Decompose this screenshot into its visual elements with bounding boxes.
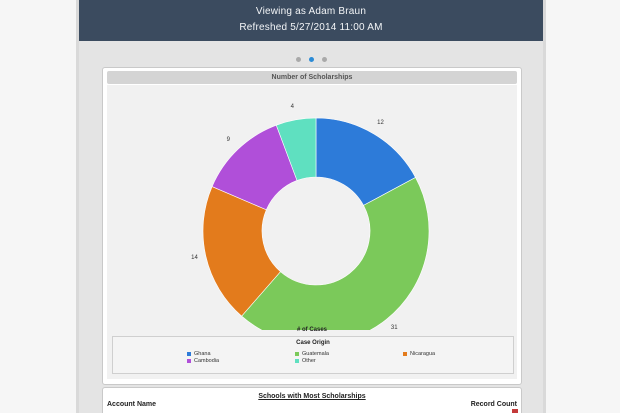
legend-title: Case Origin xyxy=(296,340,330,346)
column-header-account-name[interactable]: Account Name xyxy=(107,401,156,408)
legend-label: Other xyxy=(302,358,316,364)
data-label-cambodia: 9 xyxy=(226,136,230,143)
legend-swatch xyxy=(187,358,191,363)
legend-item-ghana[interactable]: Ghana xyxy=(187,351,211,357)
legend-item-cambodia[interactable]: Cambodia xyxy=(187,358,219,364)
dashboard-header: Viewing as Adam Braun Refreshed 5/27/201… xyxy=(79,0,543,41)
data-label-nicaragua: 14 xyxy=(191,254,198,261)
data-label-other: 4 xyxy=(290,104,295,110)
chart-area: # of Cases Case Origin Ghana Guatemala Nic… xyxy=(107,85,517,379)
page-dot-2[interactable] xyxy=(308,57,314,63)
schools-card: Schools with Most Scholarships Account N… xyxy=(102,387,522,413)
legend-label: Cambodia xyxy=(194,358,220,364)
legend-swatch xyxy=(295,351,299,356)
scholarships-chart-card: Number of Scholarships # of Cases Case O… xyxy=(102,67,522,385)
chart-card-title: Number of Scholarships xyxy=(107,71,517,84)
page-indicator[interactable] xyxy=(79,51,543,63)
refreshed-text: Refreshed 5/27/2014 11:00 AM xyxy=(239,22,383,33)
legend-label: Ghana xyxy=(194,351,211,357)
tablet-frame-left xyxy=(0,0,79,413)
schools-card-title[interactable]: Schools with Most Scholarships xyxy=(103,393,521,400)
legend-swatch xyxy=(187,351,191,356)
legend-swatch xyxy=(403,351,407,356)
legend-item-guatemala[interactable]: Guatemala xyxy=(295,351,329,357)
legend-label: Nicaragua xyxy=(410,351,436,357)
data-label-guatemala: 31 xyxy=(390,324,398,331)
tablet-frame-right xyxy=(545,0,620,413)
data-label-ghana: 12 xyxy=(377,119,384,126)
column-header-record-count[interactable]: Record Count xyxy=(471,401,517,408)
series-caption: # of Cases xyxy=(296,327,327,333)
donut-chart[interactable] xyxy=(107,85,517,330)
chart-legend: Case Origin Ghana Guatemala Nicaragua Cambo… xyxy=(112,336,514,374)
legend-item-nicaragua[interactable]: Nicaragua xyxy=(403,351,435,357)
bezel-right xyxy=(543,0,546,413)
legend-item-other[interactable]: Other xyxy=(295,358,316,364)
legend-swatch xyxy=(295,358,299,363)
viewing-as-text: Viewing as Adam Braun xyxy=(255,6,367,17)
legend-label: Guatemala xyxy=(302,351,329,357)
page-dot-1[interactable] xyxy=(295,57,301,63)
record-flag-icon xyxy=(512,409,518,413)
page-dot-3[interactable] xyxy=(321,57,327,63)
dashboard-app: Viewing as Adam Braun Refreshed 5/27/201… xyxy=(79,0,543,413)
